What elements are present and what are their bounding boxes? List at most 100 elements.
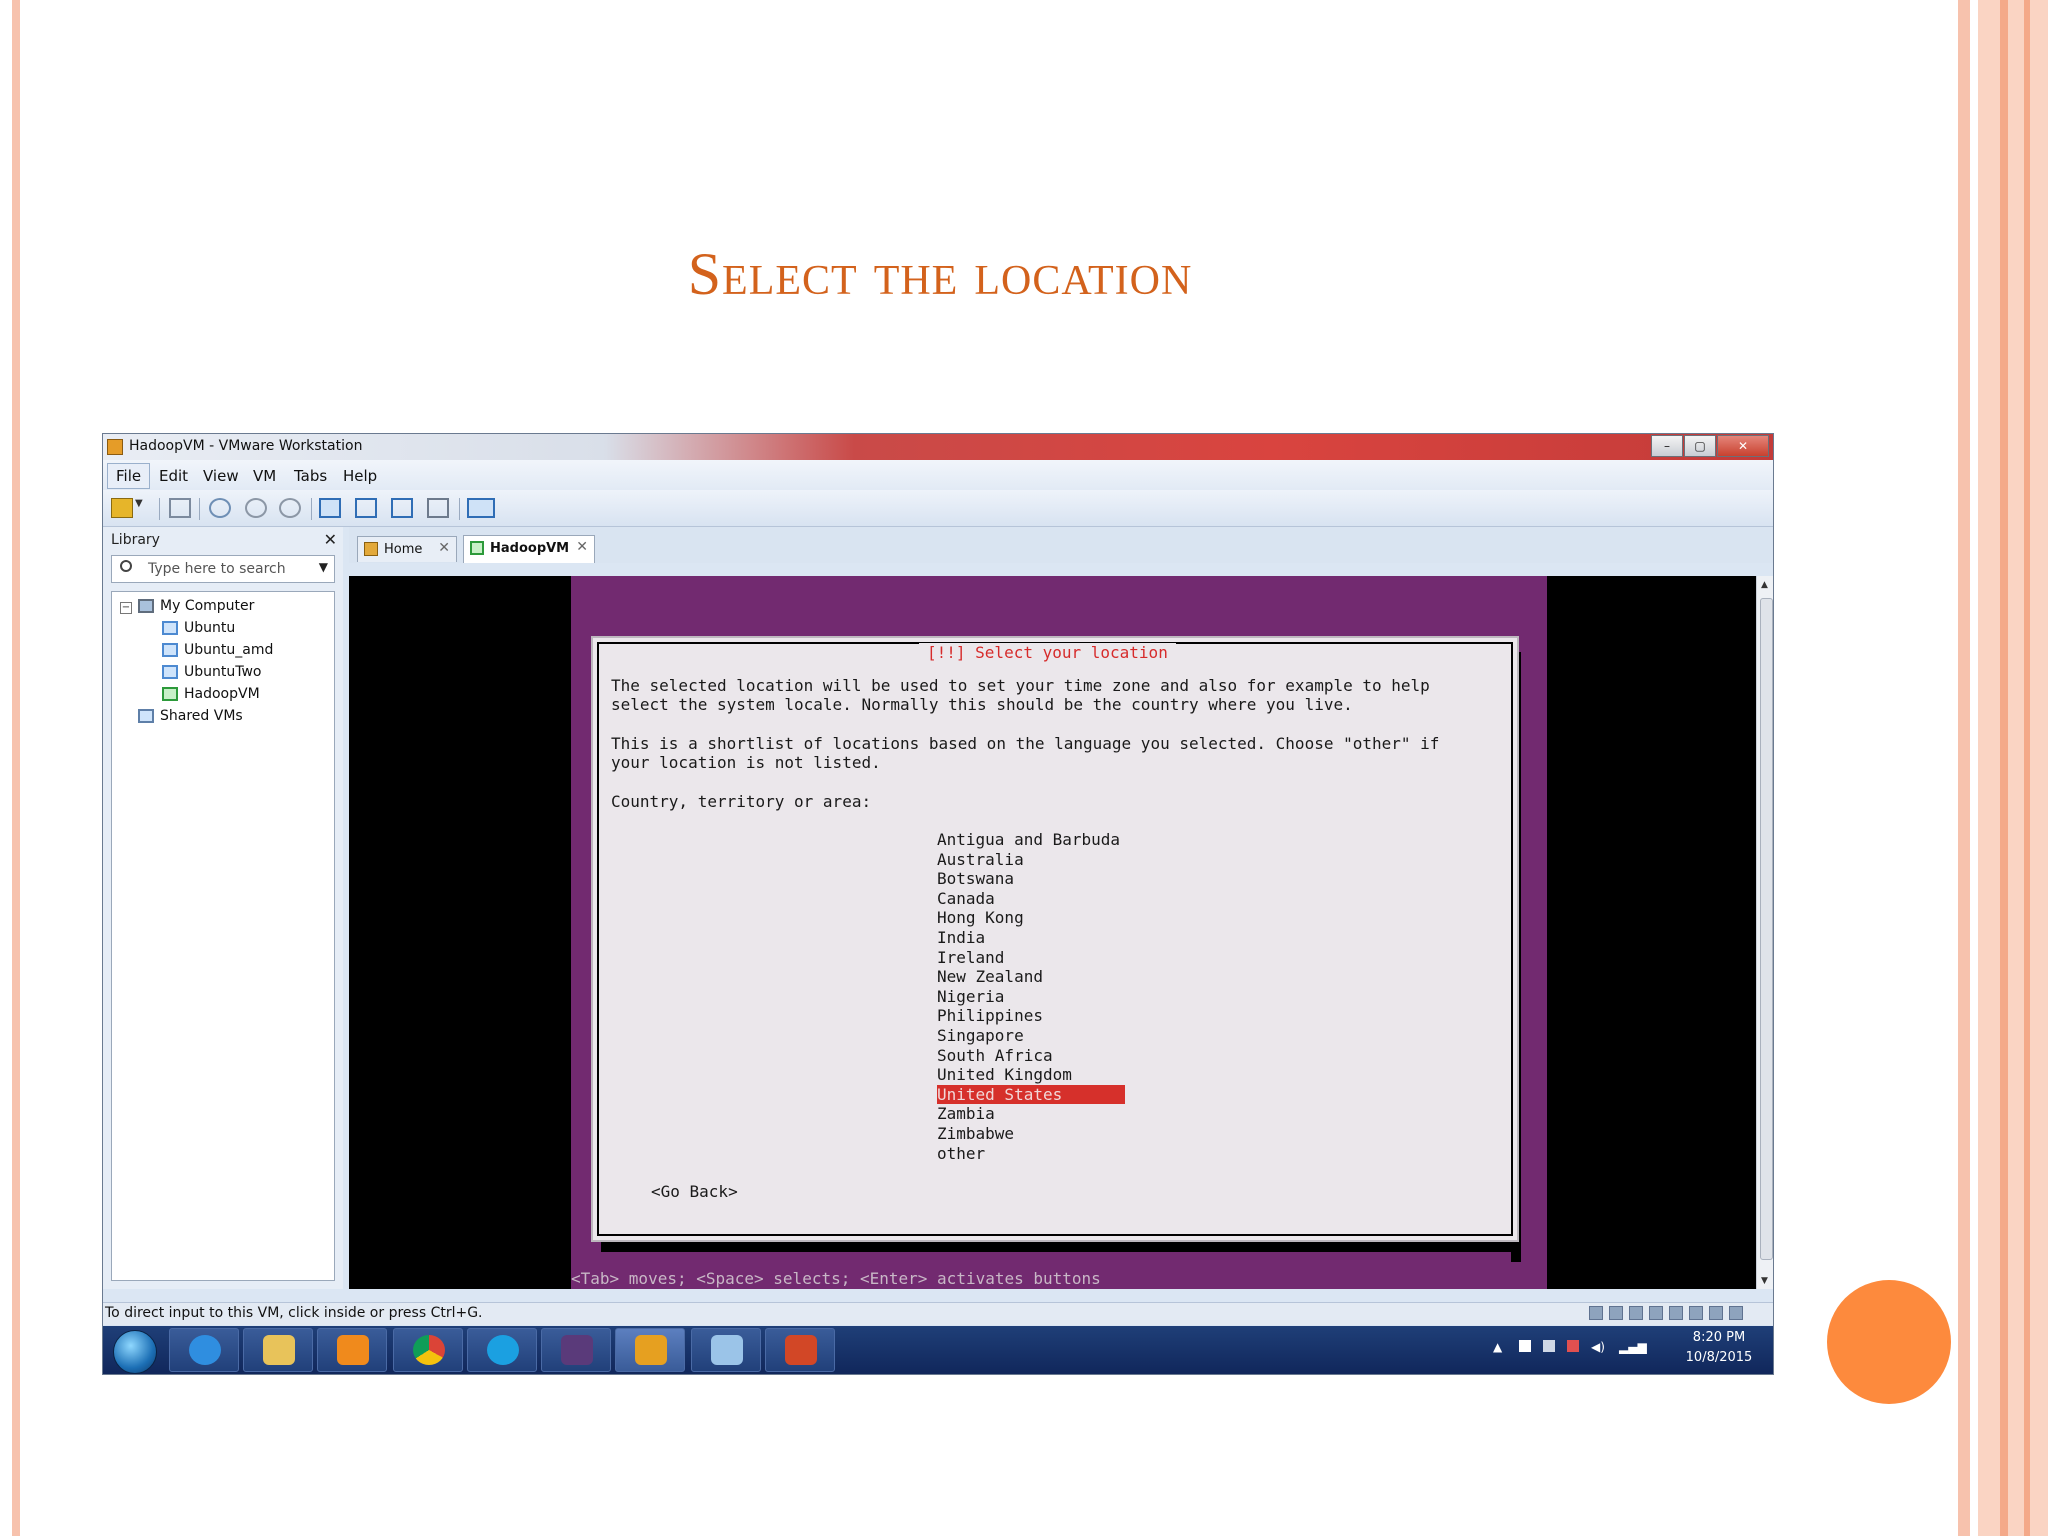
taskbar-internet-explorer[interactable] (169, 1328, 239, 1372)
windows-flag-icon[interactable] (1519, 1340, 1531, 1352)
tab-close-icon[interactable]: ✕ (576, 539, 588, 555)
snapshot-manager-icon[interactable] (279, 498, 301, 518)
list-item[interactable]: other (937, 1144, 1125, 1164)
description-line: This is a shortlist of locations based o… (611, 734, 1440, 753)
list-item[interactable]: United Kingdom (937, 1065, 1125, 1085)
list-item[interactable]: Antigua and Barbuda (937, 830, 1125, 850)
library-tree: − My Computer Ubuntu Ubuntu_amd UbuntuTw… (111, 591, 335, 1281)
maximize-button[interactable]: ▢ (1684, 435, 1716, 457)
close-button[interactable]: ✕ (1717, 435, 1769, 457)
usb-icon[interactable] (1709, 1306, 1723, 1320)
list-item[interactable]: Singapore (937, 1026, 1125, 1046)
taskbar-vmware[interactable] (615, 1328, 685, 1372)
list-item[interactable]: Zimbabwe (937, 1124, 1125, 1144)
cd-dvd-icon[interactable] (1609, 1306, 1623, 1320)
scroll-up-icon[interactable]: ▲ (1761, 580, 1768, 590)
hard-disk-icon[interactable] (1589, 1306, 1603, 1320)
snapshot-icon[interactable] (209, 498, 231, 518)
taskbar-java-ee-ide[interactable] (541, 1328, 611, 1372)
list-item[interactable]: Zambia (937, 1104, 1125, 1124)
menu-file[interactable]: File (107, 463, 151, 489)
list-item[interactable]: South Africa (937, 1046, 1125, 1066)
menu-view[interactable]: View (203, 467, 239, 485)
menu-vm[interactable]: VM (253, 467, 276, 485)
network-signal-icon[interactable]: ▂▄▆ (1619, 1340, 1647, 1354)
vm-console[interactable]: [!!] Select your location The selected l… (349, 576, 1773, 1289)
taskbar-media-player[interactable] (317, 1328, 387, 1372)
vm-running-icon (470, 541, 484, 555)
list-item[interactable]: Australia (937, 850, 1125, 870)
device-tray-icon[interactable] (1543, 1340, 1555, 1352)
library-close-icon[interactable]: ✕ (324, 530, 337, 549)
message-icon[interactable] (1729, 1306, 1743, 1320)
menu-tabs[interactable]: Tabs (294, 467, 327, 485)
keyboard-hint: <Tab> moves; <Space> selects; <Enter> ac… (571, 1269, 1101, 1288)
minimize-button[interactable]: – (1651, 435, 1683, 457)
tree-item-ubuntu[interactable]: Ubuntu (162, 620, 235, 636)
show-library-icon[interactable] (319, 498, 341, 518)
taskbar-chrome[interactable] (393, 1328, 463, 1372)
display-icon[interactable] (1689, 1306, 1703, 1320)
list-item[interactable]: Ireland (937, 948, 1125, 968)
chrome-icon (413, 1335, 445, 1365)
tree-item-hadoopvm[interactable]: HadoopVM (162, 686, 260, 702)
menu-help[interactable]: Help (343, 467, 377, 485)
tab-hadoopvm[interactable]: HadoopVM ✕ (463, 535, 595, 563)
computer-icon (138, 599, 154, 613)
power-on-icon[interactable] (111, 498, 133, 518)
tray-expand-icon[interactable]: ▲ (1493, 1340, 1507, 1354)
revert-snapshot-icon[interactable] (245, 498, 267, 518)
list-item[interactable]: India (937, 928, 1125, 948)
search-dropdown-icon[interactable]: ▼ (319, 560, 328, 574)
taskbar-file-explorer[interactable] (243, 1328, 313, 1372)
vertical-scrollbar[interactable]: ▲ ▼ (1756, 576, 1773, 1289)
action-center-icon[interactable] (1567, 1340, 1579, 1352)
list-item[interactable]: Hong Kong (937, 908, 1125, 928)
list-item[interactable]: Nigeria (937, 987, 1125, 1007)
network-icon[interactable] (1629, 1306, 1643, 1320)
clock-date[interactable]: 10/8/2015 (1679, 1350, 1759, 1365)
power-dropdown-icon[interactable]: ▼ (135, 498, 147, 518)
dialog-shadow (601, 1242, 1521, 1252)
installer-background: [!!] Select your location The selected l… (571, 576, 1547, 1289)
list-item-selected[interactable]: United States (937, 1084, 1125, 1105)
printer-icon[interactable] (1649, 1306, 1663, 1320)
taskbar-app[interactable] (691, 1328, 761, 1372)
list-item[interactable]: Philippines (937, 1006, 1125, 1026)
taskbar-skype[interactable] (467, 1328, 537, 1372)
full-screen-icon[interactable] (391, 498, 413, 518)
vm-icon (162, 643, 178, 657)
tree-collapse-icon[interactable]: − (120, 602, 132, 614)
tree-item-ubuntu-amd[interactable]: Ubuntu_amd (162, 642, 273, 658)
tab-home[interactable]: Home ✕ (357, 536, 457, 562)
description-line: your location is not listed. (611, 753, 881, 772)
volume-icon[interactable]: ◀) (1591, 1340, 1605, 1354)
home-icon (364, 542, 378, 556)
tree-item-ubuntutwo[interactable]: UbuntuTwo (162, 664, 262, 680)
vm-icon (162, 621, 178, 635)
device-icons (1583, 1306, 1743, 1320)
sound-icon[interactable] (1669, 1306, 1683, 1320)
taskbar-powerpoint[interactable] (765, 1328, 835, 1372)
scrollbar-thumb[interactable] (1760, 598, 1773, 1260)
clock-time[interactable]: 8:20 PM (1679, 1330, 1759, 1345)
tree-item-shared-vms[interactable]: Shared VMs (138, 708, 243, 724)
title-bar: HadoopVM - VMware Workstation – ▢ ✕ (103, 434, 1773, 460)
menu-edit[interactable]: Edit (159, 467, 188, 485)
console-view-icon[interactable] (467, 498, 495, 518)
scroll-down-icon[interactable]: ▼ (1761, 1276, 1768, 1286)
tab-close-icon[interactable]: ✕ (438, 540, 450, 556)
thumbnail-bar-icon[interactable] (355, 498, 377, 518)
start-button-icon[interactable] (113, 1330, 157, 1374)
decorative-circle (1827, 1280, 1951, 1404)
go-back-button[interactable]: <Go Back> (651, 1182, 738, 1202)
list-item[interactable]: Canada (937, 889, 1125, 909)
unity-icon[interactable] (427, 498, 449, 518)
send-ctrl-alt-del-icon[interactable] (169, 498, 191, 518)
list-item[interactable]: Botswana (937, 869, 1125, 889)
tree-item-label: My Computer (160, 598, 255, 614)
list-item[interactable]: New Zealand (937, 967, 1125, 987)
library-search-input[interactable]: Type here to search ▼ (111, 555, 335, 583)
tab-bar: Home ✕ HadoopVM ✕ (349, 527, 1773, 563)
tree-item-my-computer[interactable]: My Computer (138, 598, 254, 614)
